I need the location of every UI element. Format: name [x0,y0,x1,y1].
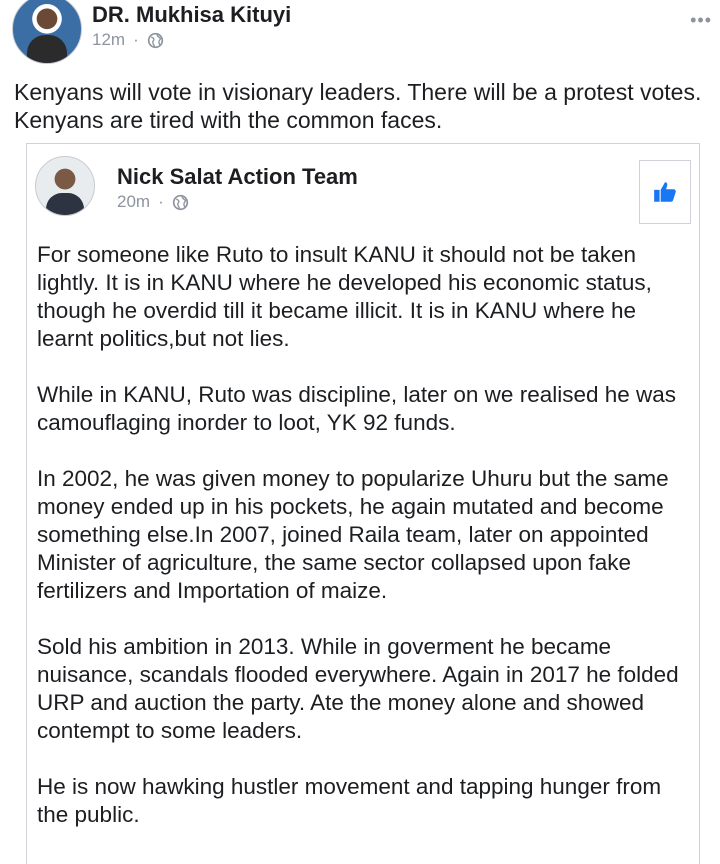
post-text: Kenyans will vote in visionary leaders. … [14,79,702,133]
shared-post[interactable]: Nick Salat Action Team 20m · For someone… [26,143,700,864]
paragraph: For someone like Ruto to insult KANU it … [37,242,652,351]
post-meta: 12m · [92,30,164,50]
author-name[interactable]: DR. Mukhisa Kituyi [92,2,291,28]
paragraph: While in KANU, Ruto was discipline, late… [37,382,677,435]
shared-post-timestamp[interactable]: 20m [117,192,150,212]
more-options-icon[interactable]: ••• [690,10,712,31]
shared-post-meta: 20m · [117,192,189,212]
thumbs-up-icon [654,182,676,202]
paragraph: In 2002, he was given money to populariz… [37,466,669,603]
meta-separator: · [158,192,164,211]
shared-post-body: For someone like Ruto to insult KANU it … [37,241,687,857]
author-avatar[interactable] [12,0,82,64]
meta-separator: · [133,30,139,49]
paragraph: He is now hawking hustler movement and t… [37,774,662,827]
post-timestamp[interactable]: 12m [92,30,125,50]
post-header: DR. Mukhisa Kituyi 12m · ••• [12,0,712,70]
like-page-button[interactable] [639,160,691,224]
paragraph: Sold his ambition in 2013. While in gove… [37,634,679,743]
globe-icon [147,32,163,48]
shared-author-name[interactable]: Nick Salat Action Team [117,164,358,190]
globe-icon [172,194,188,210]
shared-author-avatar[interactable] [35,156,95,216]
